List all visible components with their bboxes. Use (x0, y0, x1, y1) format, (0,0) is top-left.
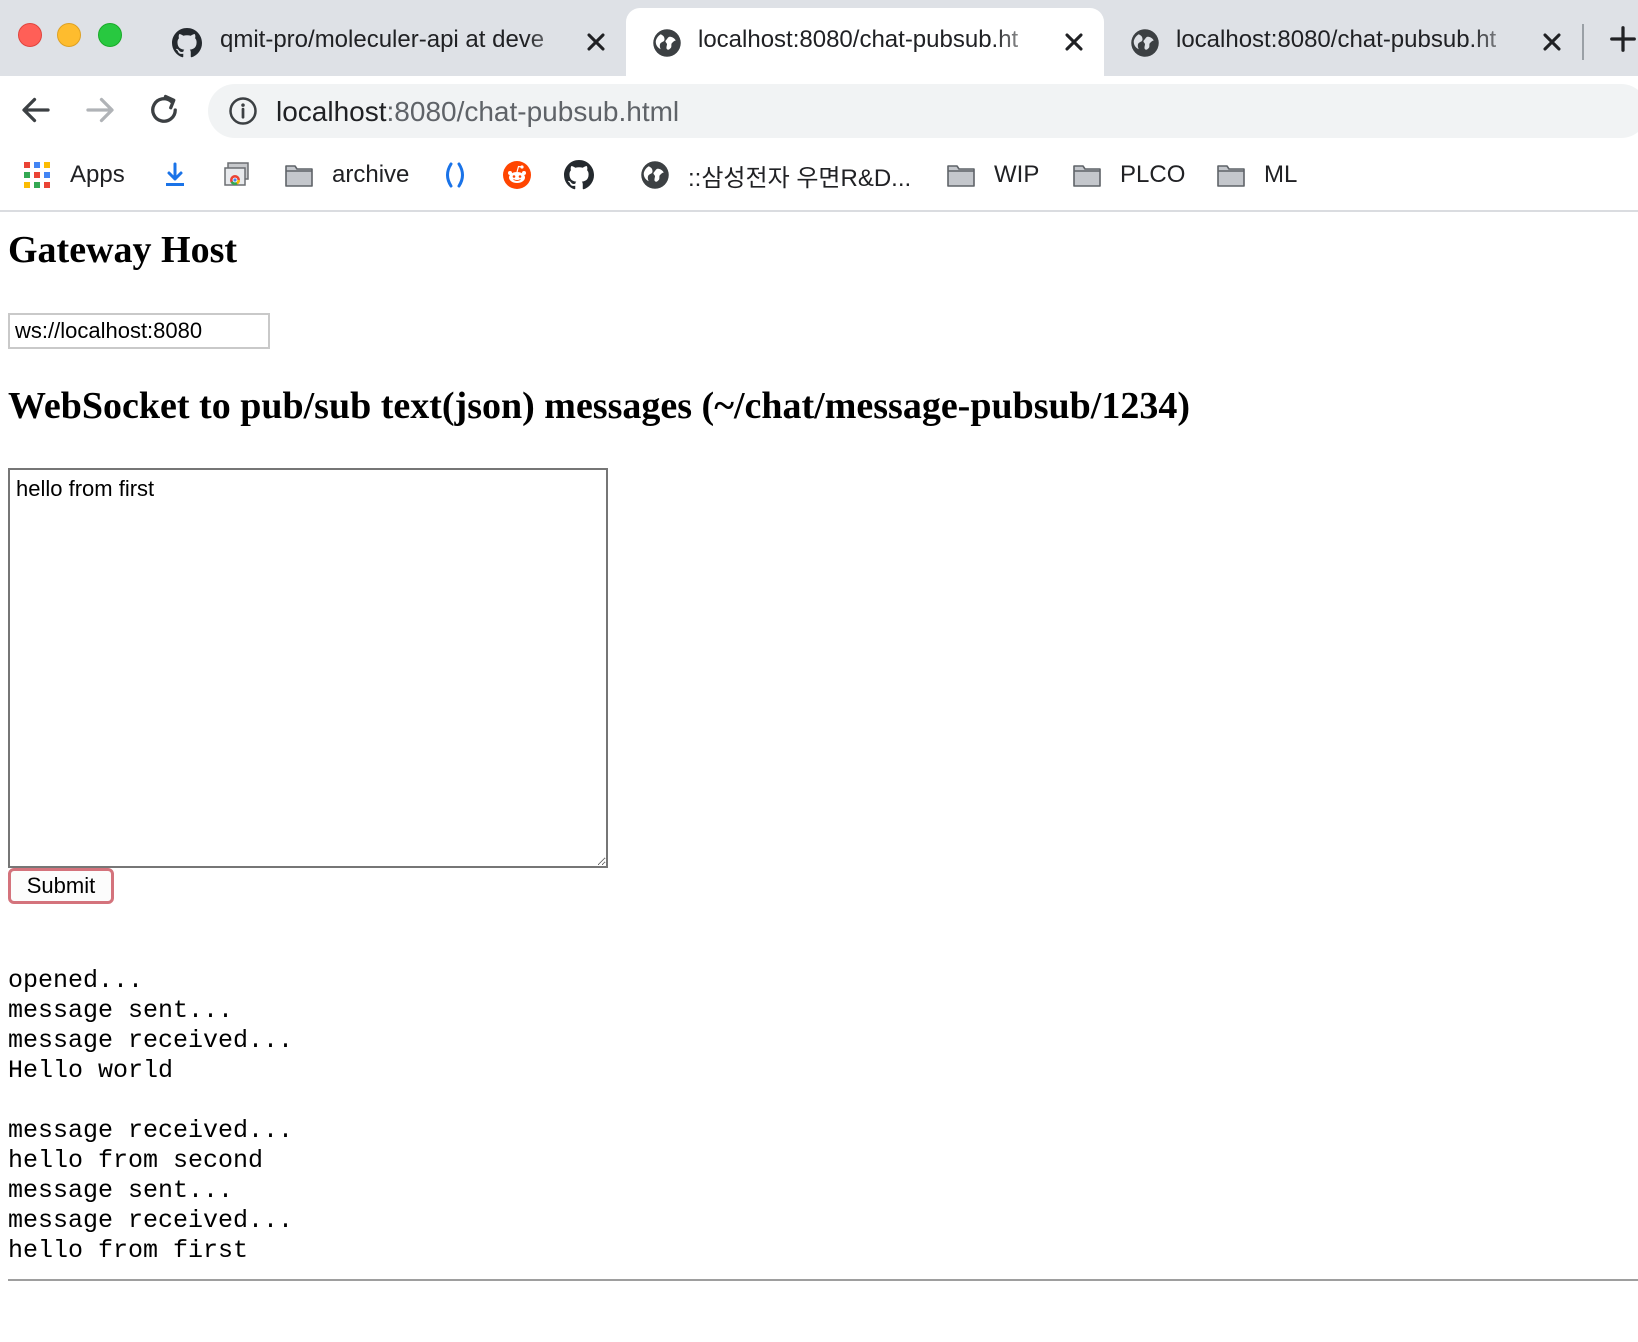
gateway-host-input[interactable] (8, 313, 270, 349)
websocket-heading: WebSocket to pub/sub text(json) messages… (8, 385, 1191, 427)
reload-icon[interactable] (146, 92, 182, 128)
bookmark-label: WIP (994, 161, 1040, 188)
log-line: hello from second (8, 1146, 264, 1175)
bookmark-wip[interactable]: WIP (946, 154, 1039, 196)
bookmark-reddit[interactable] (502, 154, 532, 196)
close-tab-icon[interactable] (582, 28, 610, 56)
folder-icon (285, 165, 313, 187)
browser-toolbar: localhost:8080/chat-pubsub.html (0, 76, 1638, 144)
log-line: message sent... (8, 996, 234, 1025)
bookmark-label: Apps (70, 161, 125, 188)
bookmark-ml[interactable]: ML (1216, 154, 1297, 196)
apps-grid-icon (24, 162, 50, 188)
message-log: opened... message sent... message received… (8, 966, 293, 1266)
url-path: :8080/chat-pubsub.html (386, 96, 680, 127)
submit-button[interactable]: Submit (8, 868, 114, 904)
bookmark-chrome-window[interactable] (222, 154, 252, 196)
window-close-button[interactable] (18, 23, 42, 47)
globe-icon (1131, 29, 1159, 57)
bookmark-plco[interactable]: PLCO (1072, 154, 1185, 196)
reddit-icon (503, 161, 531, 189)
log-line: message received... (8, 1116, 294, 1145)
bookmark-label: archive (332, 161, 410, 188)
log-line: hello from first (8, 1236, 249, 1265)
horizontal-rule (8, 1279, 1638, 1281)
bookmark-github[interactable] (564, 154, 594, 196)
log-line: Hello world (8, 1056, 174, 1085)
close-tab-icon[interactable] (1060, 28, 1088, 56)
forward-arrow-icon[interactable] (82, 92, 118, 128)
github-icon (564, 160, 594, 190)
url-text[interactable]: localhost:8080/chat-pubsub.html (276, 96, 679, 128)
bookmark-apps[interactable]: Apps (22, 154, 125, 196)
address-bar[interactable]: localhost:8080/chat-pubsub.html (208, 84, 1638, 138)
bookmark-download[interactable] (160, 154, 190, 196)
tab-title: qmit-pro/moleculer-api at deve (220, 26, 545, 53)
url-host: localhost (276, 96, 387, 127)
site-info-icon[interactable] (228, 96, 258, 126)
tab-strip: qmit-pro/moleculer-api at deve localhost… (0, 0, 1638, 76)
window-minimize-button[interactable] (57, 23, 81, 47)
tab-chat-pubsub-active[interactable]: localhost:8080/chat-pubsub.ht (626, 8, 1104, 76)
bookmark-archive[interactable]: archive (284, 154, 409, 196)
globe-icon (653, 29, 681, 57)
chrome-window-icon (224, 162, 249, 186)
log-line: message received... (8, 1206, 294, 1235)
bookmarks-bar: Apps archive::삼성전자 우면R&D... WIP PLCO ML (0, 144, 1638, 212)
globe-icon (641, 161, 669, 189)
gateway-host-heading: Gateway Host (8, 229, 238, 271)
bookmark-label: ML (1264, 161, 1298, 188)
tab-title: localhost:8080/chat-pubsub.ht (1176, 26, 1497, 53)
folder-icon (1217, 165, 1245, 187)
tab-chat-pubsub-second[interactable]: localhost:8080/chat-pubsub.ht (1104, 8, 1574, 76)
bookmark-label: PLCO (1120, 161, 1186, 188)
download-icon (166, 162, 184, 186)
log-line: message received... (8, 1026, 294, 1055)
log-line: message sent... (8, 1176, 234, 1205)
parentheses-icon (446, 162, 464, 188)
close-tab-icon[interactable] (1538, 28, 1566, 56)
tab-github-repo[interactable]: qmit-pro/moleculer-api at deve (148, 8, 618, 76)
window-zoom-button[interactable] (98, 23, 122, 47)
tab-separator (1582, 24, 1584, 60)
message-textarea[interactable]: hello from first (8, 468, 608, 868)
log-line: opened... (8, 966, 144, 995)
github-icon (172, 28, 202, 58)
folder-icon (1073, 165, 1101, 187)
back-arrow-icon[interactable] (18, 92, 54, 128)
folder-icon (947, 165, 975, 187)
bookmark-samsung[interactable]: ::삼성전자 우면R&D... (640, 154, 911, 196)
tab-title: localhost:8080/chat-pubsub.ht (698, 26, 1019, 53)
bookmark-label: ::삼성전자 우면R&D... (688, 164, 912, 192)
bookmark-parentheses[interactable] (440, 154, 470, 196)
new-tab-icon[interactable] (1608, 24, 1638, 54)
